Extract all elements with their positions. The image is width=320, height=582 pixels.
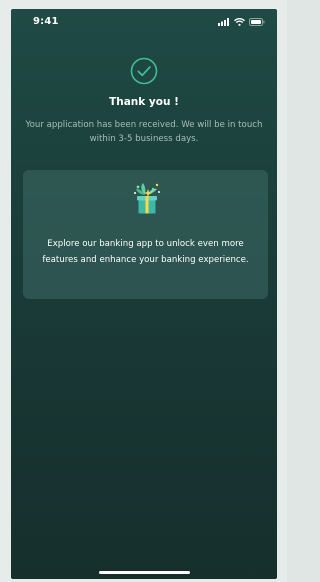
phone-screen: 9:41 Thank you ! Your application has be… xyxy=(11,9,277,579)
status-bar: 9:41 xyxy=(11,9,277,37)
battery-icon xyxy=(249,18,265,26)
thank-you-title: Thank you ! xyxy=(109,96,179,108)
application-received-message: Your application has been received. We w… xyxy=(25,120,263,144)
status-time: 9:41 xyxy=(33,16,59,27)
gift-box-icon xyxy=(134,183,160,214)
promo-card: Explore our banking app to unlock even m… xyxy=(23,170,268,299)
screenshot-frame: 9:41 Thank you ! Your application has be… xyxy=(0,0,287,582)
check-circle-icon xyxy=(130,57,158,85)
wifi-icon xyxy=(234,18,245,26)
home-indicator[interactable] xyxy=(99,571,190,574)
signal-icon xyxy=(218,18,229,26)
status-icons xyxy=(218,18,265,26)
promo-card-text: Explore our banking app to unlock even m… xyxy=(42,239,249,265)
